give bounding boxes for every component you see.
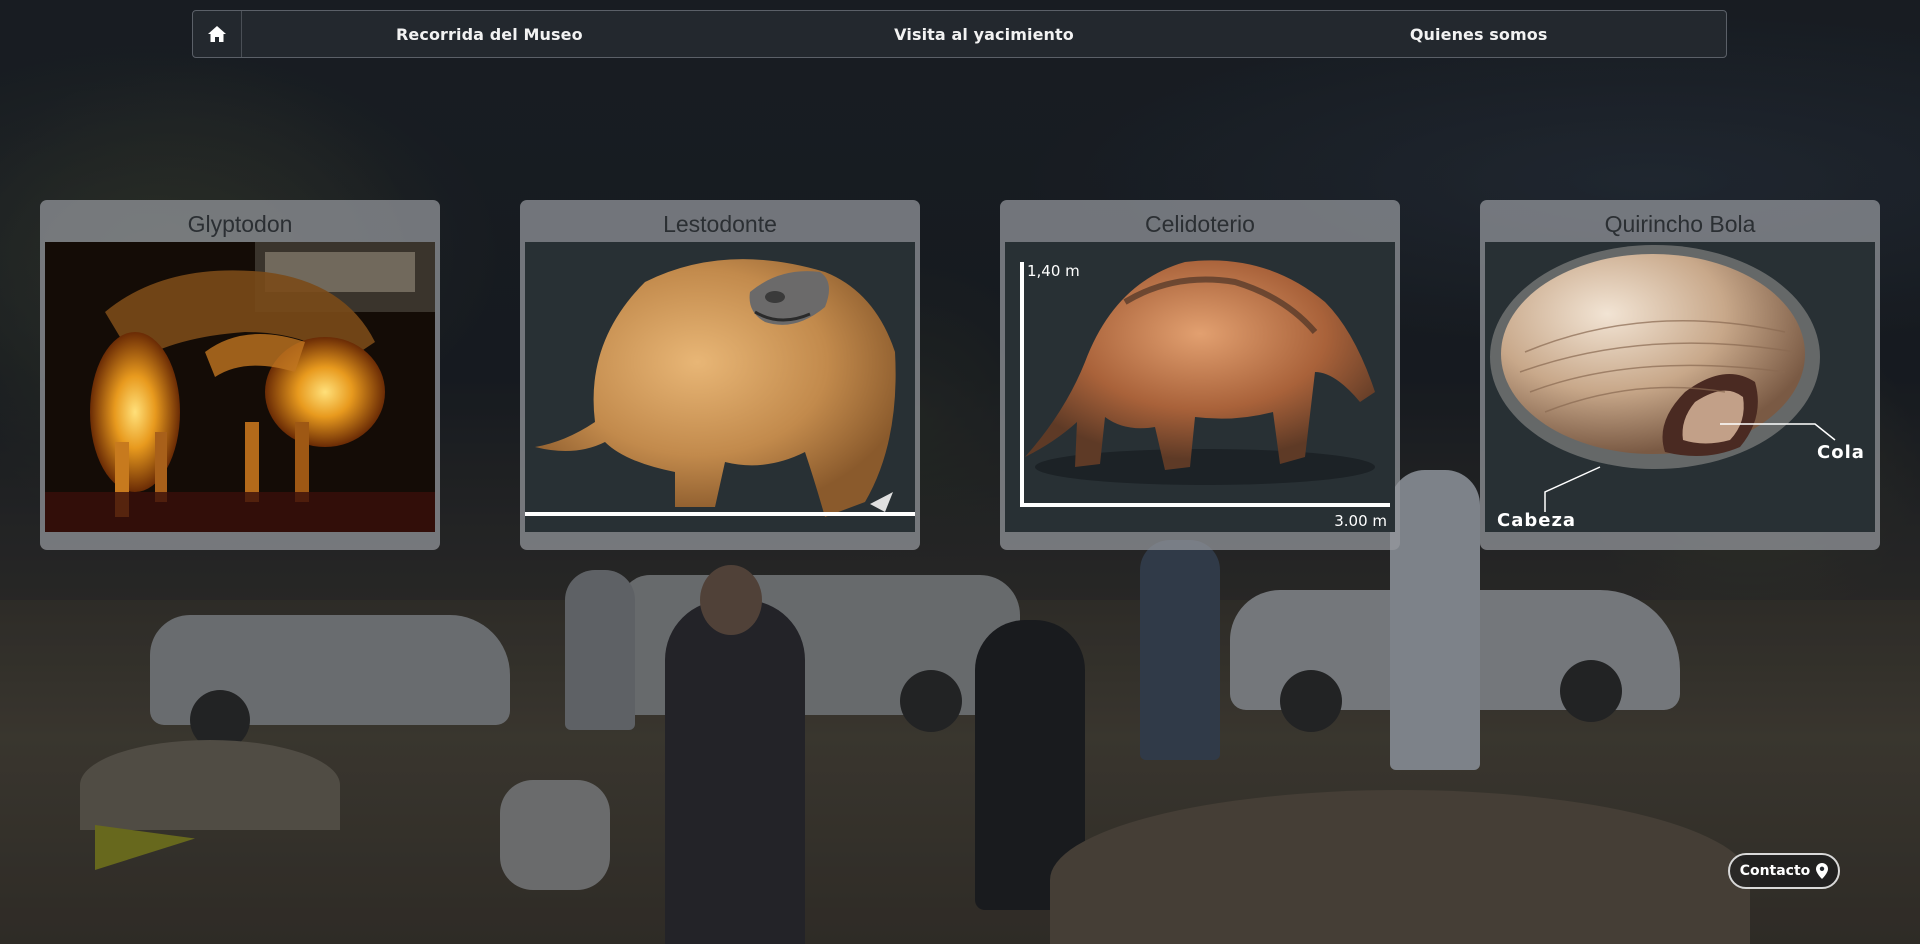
glyptodon-skeleton-photo <box>45 242 435 532</box>
quirincho-bola-illustration: Cola Cabeza <box>1485 242 1875 532</box>
card-celidoterio[interactable]: Celidoterio 1,40 m 3.00 m <box>1000 200 1400 550</box>
height-scale-bar <box>1020 262 1024 507</box>
card-title: Quirincho Bola <box>1604 211 1756 237</box>
scale-bar <box>525 512 915 516</box>
celidoterio-illustration: 1,40 m 3.00 m <box>1005 242 1395 532</box>
top-navbar: Recorrida del Museo Visita al yacimiento… <box>192 10 1727 58</box>
nav-link-site-visit[interactable]: Visita al yacimiento <box>737 25 1232 44</box>
card-lestodonte[interactable]: Lestodonte <box>520 200 920 550</box>
card-title: Celidoterio <box>1145 211 1255 237</box>
location-pin-icon <box>1816 863 1829 879</box>
tail-label: Cola <box>1817 442 1865 463</box>
card-glyptodon[interactable]: Glyptodon <box>40 200 440 550</box>
nav-link-about-us[interactable]: Quienes somos <box>1231 25 1726 44</box>
home-icon <box>208 26 226 42</box>
card-title: Glyptodon <box>187 211 293 237</box>
lestodonte-illustration <box>525 242 915 532</box>
contact-button[interactable]: Contacto <box>1728 853 1840 889</box>
length-label: 3.00 m <box>1334 512 1387 530</box>
contact-label: Contacto <box>1739 863 1811 879</box>
card-title: Lestodonte <box>663 211 777 237</box>
card-quirincho-bola[interactable]: Quirincho Bola Cola Cabeza <box>1480 200 1880 550</box>
nav-links: Recorrida del Museo Visita al yacimiento… <box>242 25 1726 44</box>
length-scale-bar <box>1020 503 1390 507</box>
height-label: 1,40 m <box>1027 262 1080 280</box>
head-label: Cabeza <box>1497 510 1577 531</box>
home-button[interactable] <box>193 11 242 57</box>
nav-link-museum-tour[interactable]: Recorrida del Museo <box>242 25 737 44</box>
